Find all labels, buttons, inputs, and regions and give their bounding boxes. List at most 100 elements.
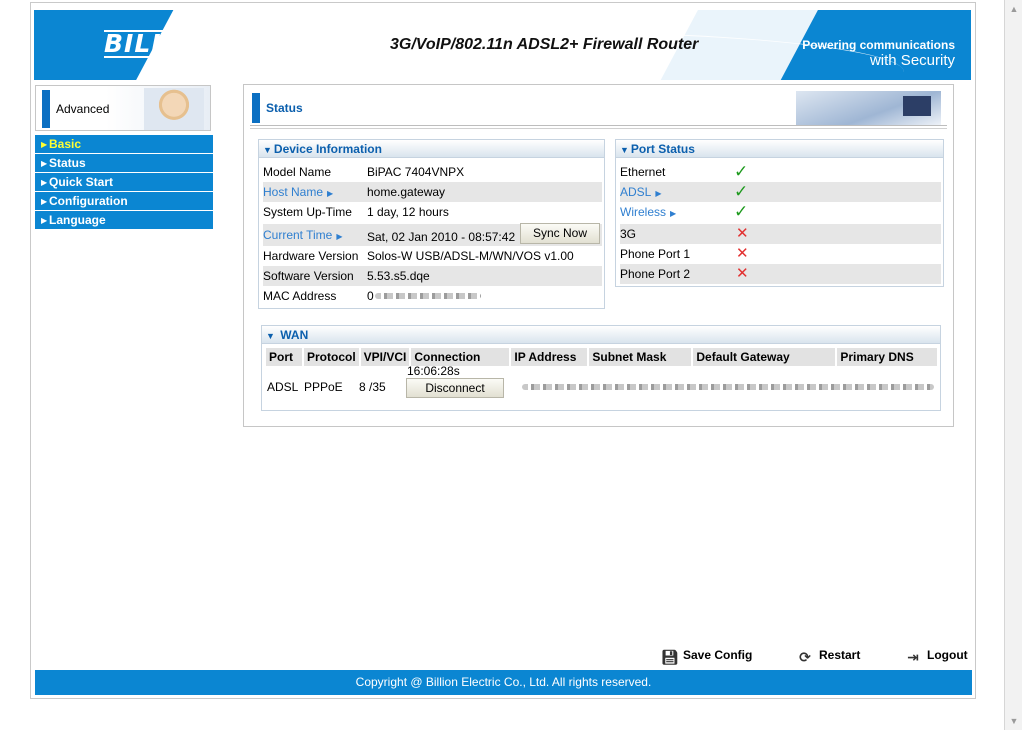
sidebar-nav: ▶ Basic ▶ Status ▶ Quick Start ▶ Configurati… — [35, 135, 213, 230]
disconnect-button[interactable]: Disconnect — [406, 378, 504, 398]
wan-header-row: Port Protocol VPI/VCI Connection IP Addr… — [266, 348, 938, 366]
scroll-up-icon[interactable]: ▲ — [1008, 3, 1020, 15]
column-header: Subnet Mask — [589, 348, 692, 366]
logout-door-icon: ⇥ — [907, 649, 919, 665]
arrow-right-icon: ▶ — [336, 232, 343, 241]
device-value: Sat, 02 Jan 2010 - 08:57:42 — [367, 230, 516, 244]
sidebar-item-label: Quick Start — [49, 175, 114, 189]
collapse-triangle-icon[interactable]: ▼ — [263, 145, 272, 155]
column-header: Port — [266, 348, 302, 366]
sidebar-item-label: Language — [49, 213, 106, 227]
sidebar-item-status[interactable]: ▶ Status — [35, 154, 213, 172]
restart-icon: ⟳ — [799, 649, 811, 665]
device-row-hostname: Host Name ▶ home.gateway — [263, 182, 602, 202]
arrow-right-icon: ▶ — [327, 189, 334, 198]
device-value: BiPAC 7404VNPX — [367, 165, 465, 179]
port-row-adsl: ADSL ▶ ✓ — [620, 182, 941, 202]
mode-switch[interactable]: Advanced — [35, 85, 211, 131]
restart-link[interactable]: ⟳ Restart — [797, 648, 860, 665]
device-label: Model Name — [263, 165, 332, 179]
billion-logo: BILLION — [104, 29, 223, 58]
sidebar-item-configuration[interactable]: ▶ Configuration — [35, 192, 213, 210]
port-name: Ethernet — [620, 165, 666, 179]
scroll-down-icon[interactable]: ▼ — [1008, 715, 1020, 727]
port-row-ethernet: Ethernet ✓ — [620, 162, 941, 182]
collapse-triangle-icon[interactable]: ▼ — [266, 331, 275, 341]
port-row-phone-1: Phone Port 1 ✕ — [620, 244, 941, 264]
adsl-label: ADSL — [620, 185, 652, 199]
save-config-link[interactable]: 💾︎ Save Config — [661, 648, 752, 665]
mode-accent-bar — [42, 90, 50, 128]
column-header: Protocol — [304, 348, 359, 366]
sidebar-item-label: Status — [49, 156, 86, 170]
current-time-label: Current Time — [263, 228, 333, 242]
column-header: Default Gateway — [693, 348, 836, 366]
copyright-text: Copyright @ Billion Electric Co., Ltd. A… — [355, 675, 652, 689]
arrow-right-icon: ▶ — [670, 209, 677, 218]
page-title: Status — [266, 101, 303, 115]
cross-icon: ✕ — [736, 225, 749, 242]
device-value: 0 — [367, 289, 374, 303]
logout-label: Logout — [927, 648, 968, 662]
save-config-label: Save Config — [683, 648, 753, 662]
page-accent-bar — [252, 93, 260, 123]
logout-link[interactable]: ⇥ Logout — [905, 648, 968, 665]
header-banner: BILLION 3G/VoIP/802.11n ADSL2+ Firewall … — [34, 10, 971, 80]
port-name: Phone Port 2 — [620, 267, 691, 281]
arrow-right-icon: ▶ — [41, 197, 48, 206]
wireless-link[interactable]: Wireless ▶ — [620, 202, 676, 224]
device-row-uptime: System Up-Time 1 day, 12 hours — [263, 202, 600, 222]
check-icon: ✓ — [734, 202, 749, 221]
sidebar-item-basic[interactable]: ▶ Basic — [35, 135, 213, 153]
device-info-heading-text: Device Information — [273, 142, 382, 156]
port-name: Phone Port 1 — [620, 247, 691, 261]
header-divider — [250, 128, 947, 129]
product-title: 3G/VoIP/802.11n ADSL2+ Firewall Router — [390, 36, 699, 53]
device-label: System Up-Time — [263, 205, 352, 219]
arrow-right-icon: ▶ — [655, 189, 662, 198]
monitor-icon — [903, 96, 931, 116]
current-time-link[interactable]: Current Time ▶ — [263, 224, 343, 248]
redacted-wan-addresses — [522, 384, 934, 390]
floppy-disk-icon: 💾︎ — [661, 649, 679, 665]
arrow-right-icon: ▶ — [41, 159, 48, 168]
sync-now-button[interactable]: Sync Now — [520, 223, 600, 244]
port-status-heading-text: Port Status — [630, 142, 695, 156]
sidebar-item-quick-start[interactable]: ▶ Quick Start — [35, 173, 213, 191]
port-row-3g: 3G ✕ — [620, 224, 941, 244]
adsl-link[interactable]: ADSL ▶ — [620, 182, 662, 204]
device-label: Software Version — [263, 269, 354, 283]
check-icon: ✓ — [734, 182, 749, 201]
device-value: 5.53.s5.dqe — [367, 269, 430, 283]
port-name: 3G — [620, 227, 637, 241]
column-header: Primary DNS — [837, 348, 938, 366]
main-content: Status ▼ Device Information Model Name Bi… — [243, 84, 954, 427]
office-illustration — [796, 91, 941, 125]
wan-protocol-cell: PPPoE — [304, 380, 343, 394]
device-row-software: Software Version 5.53.s5.dqe — [263, 266, 602, 286]
device-info-heading[interactable]: ▼ Device Information — [259, 140, 604, 158]
collapse-triangle-icon[interactable]: ▼ — [620, 145, 629, 155]
mode-label: Advanced — [56, 102, 110, 116]
wan-table: Port Protocol VPI/VCI Connection IP Addr… — [264, 348, 939, 366]
device-row-hardware: Hardware Version Solos-W USB/ADSL-M/WN/V… — [263, 246, 600, 266]
restart-label: Restart — [819, 648, 861, 662]
tagline-line-1: Powering communications — [802, 38, 955, 52]
cross-icon: ✕ — [736, 245, 749, 262]
tagline: Powering communications with Security — [802, 38, 955, 68]
redacted-mac — [375, 293, 481, 299]
sidebar-item-language[interactable]: ▶ Language — [35, 211, 213, 229]
column-header: VPI/VCI — [360, 348, 410, 366]
sidebar-item-label: Configuration — [49, 194, 128, 208]
wan-heading[interactable]: ▼ WAN — [262, 326, 940, 344]
device-info-panel: ▼ Device Information Model Name BiPAC 740… — [258, 139, 605, 309]
port-status-heading[interactable]: ▼ Port Status — [616, 140, 943, 158]
host-name-link[interactable]: Host Name ▶ — [263, 182, 333, 204]
wireless-label: Wireless — [620, 205, 667, 219]
wan-connection-time: 16:06:28s — [407, 364, 460, 378]
check-icon: ✓ — [734, 162, 749, 181]
device-label: Hardware Version — [263, 249, 359, 263]
vertical-scrollbar[interactable]: ▲ ▼ — [1004, 0, 1022, 730]
device-value: 1 day, 12 hours — [367, 205, 449, 219]
device-value: Solos-W USB/ADSL-M/WN/VOS v1.00 — [367, 249, 574, 263]
